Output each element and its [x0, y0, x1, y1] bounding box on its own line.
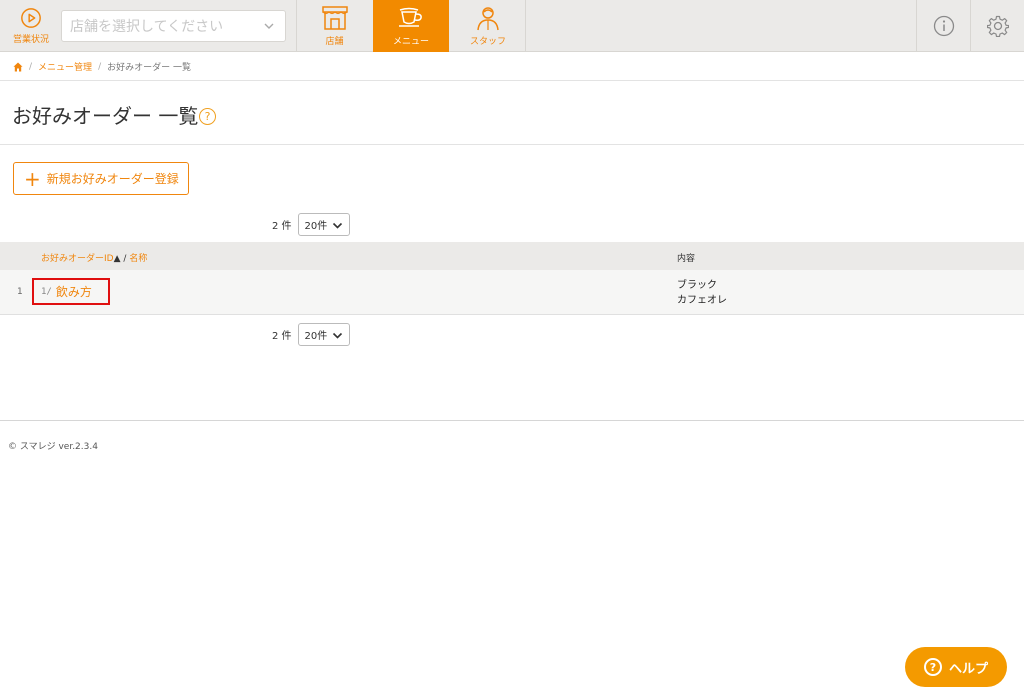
top-navigation-bar: 営業状況 店舗を選択してください 店舗 メニュー スタッフ: [0, 0, 1024, 52]
sort-ascending-icon: ▲: [113, 254, 121, 264]
chevron-down-icon: [332, 222, 342, 229]
per-page-value: 20件: [304, 331, 328, 342]
row-number: 1: [17, 287, 23, 297]
column-header-content: 内容: [677, 254, 696, 264]
breadcrumb: / メニュー管理 / お好みオーダー 一覧: [0, 53, 1024, 81]
content-item: ブラック: [677, 280, 717, 291]
breadcrumb-separator: /: [98, 61, 102, 72]
breadcrumb-separator: /: [29, 61, 33, 72]
info-button[interactable]: [916, 0, 970, 52]
business-status-button[interactable]: 営業状況: [0, 0, 62, 52]
footer-divider: [0, 420, 1024, 421]
gear-icon: [986, 15, 1009, 37]
tab-staff-label: スタッフ: [469, 37, 506, 47]
row-content: ブラック カフェオレ: [677, 278, 727, 308]
tab-divider: [525, 0, 526, 52]
sort-by-name-link[interactable]: 名称: [129, 254, 147, 264]
per-page-select[interactable]: 20件: [297, 213, 350, 236]
title-section: お好みオーダー 一覧 ?: [0, 81, 1024, 145]
question-icon: ?: [923, 658, 942, 676]
result-count: 2 件: [272, 221, 292, 232]
add-custom-order-label: 新規お好みオーダー登録: [46, 172, 179, 186]
store-select[interactable]: 店舗を選択してください: [61, 10, 286, 42]
content-item: カフェオレ: [677, 295, 727, 306]
table-header: お好みオーダーID▲ / 名称 内容: [0, 242, 1024, 270]
tab-store[interactable]: 店舗: [296, 0, 372, 52]
info-icon: [933, 15, 954, 37]
copyright: © スマレジ ver.2.3.4: [8, 442, 98, 452]
help-button-label: ヘルプ: [948, 661, 988, 677]
per-page-select[interactable]: 20件: [297, 323, 350, 346]
row-name-link[interactable]: 1/ 飲み方: [32, 278, 110, 305]
tab-menu-label: メニュー: [392, 37, 429, 47]
staff-icon: [477, 7, 499, 31]
question-icon[interactable]: ?: [199, 108, 216, 125]
plus-icon: +: [24, 166, 41, 191]
sort-by-id-link[interactable]: お好みオーダーID: [41, 254, 114, 264]
help-button[interactable]: ? ヘルプ: [905, 647, 1007, 687]
tab-menu[interactable]: メニュー: [373, 0, 449, 52]
home-icon[interactable]: [13, 62, 23, 72]
breadcrumb-current: お好みオーダー 一覧: [107, 63, 191, 73]
row-name[interactable]: 飲み方: [56, 283, 92, 300]
column-header-id-name: お好みオーダーID▲ / 名称: [41, 251, 147, 264]
per-page-value: 20件: [304, 221, 328, 232]
breadcrumb-menu-management[interactable]: メニュー管理: [38, 60, 92, 73]
header-separator: /: [123, 254, 127, 264]
pager-top: 2 件 20件: [272, 213, 350, 236]
pager-bottom: 2 件 20件: [272, 323, 350, 346]
store-icon: [321, 6, 348, 30]
row-id: 1/: [41, 286, 52, 297]
result-count: 2 件: [272, 331, 292, 342]
table-row: 1 1/ 飲み方 ブラック カフェオレ: [0, 270, 1024, 315]
tab-staff[interactable]: スタッフ: [450, 0, 526, 52]
add-custom-order-button[interactable]: + 新規お好みオーダー登録: [13, 162, 189, 195]
business-status-label: 営業状況: [12, 35, 49, 45]
page-title: お好みオーダー 一覧: [12, 104, 199, 128]
settings-button[interactable]: [970, 0, 1024, 52]
chevron-down-icon: [332, 332, 342, 339]
store-select-placeholder: 店舗を選択してください: [70, 19, 224, 35]
chevron-down-icon: [264, 23, 274, 29]
cup-icon: [399, 7, 422, 27]
play-circle-icon: [21, 8, 41, 28]
tab-store-label: 店舗: [325, 37, 344, 47]
